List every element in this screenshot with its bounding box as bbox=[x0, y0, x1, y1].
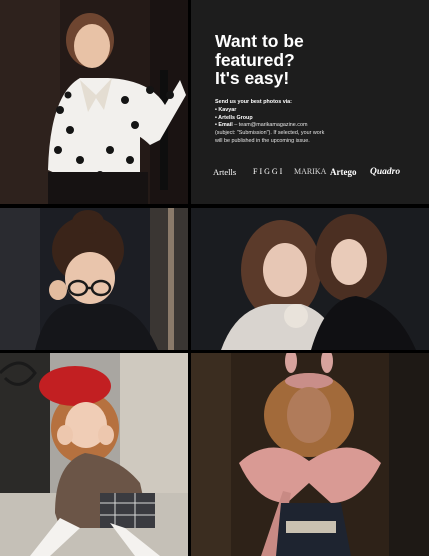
logo-artego: Artego bbox=[330, 167, 357, 177]
photo-glasses-girl bbox=[0, 208, 188, 350]
email-subject-note: (subject: "Submission"). If selected, yo… bbox=[215, 130, 325, 137]
logo-artells: Artells bbox=[213, 167, 237, 177]
closing-note: will be published in the upcoming issue. bbox=[215, 137, 310, 144]
feature-panel: Want to be featured? It's easy! Send us … bbox=[191, 0, 429, 204]
partner-logos: Artells FIGGI MARIKA Artego Quadro bbox=[213, 164, 423, 180]
headline: Want to be featured? It's easy! bbox=[215, 32, 415, 88]
headline-line: featured? bbox=[215, 49, 295, 70]
photo-red-beret-girl bbox=[0, 353, 188, 556]
bullet-artells: • Artells Group bbox=[215, 114, 253, 121]
submission-info: Send us your best photos via: • Kavyar •… bbox=[215, 99, 420, 146]
logo-figgi: FIGGI bbox=[253, 167, 285, 176]
logo-marika: MARIKA bbox=[294, 167, 327, 176]
photo-polka-dot-girl bbox=[0, 0, 188, 204]
bullet-email-label: • Email bbox=[215, 122, 233, 129]
logo-quadro: Quadro bbox=[370, 167, 401, 177]
bullet-kavyar: • Kavyar bbox=[215, 106, 237, 113]
photo-pink-bow-girl bbox=[191, 353, 429, 556]
headline-line: It's easy! bbox=[215, 68, 290, 88]
intro-text: Send us your best photos via: bbox=[215, 99, 292, 105]
email-address[interactable]: – team@marikamagazine.com bbox=[233, 122, 307, 128]
headline-line: Want to be bbox=[215, 31, 304, 51]
photo-two-girls bbox=[191, 208, 429, 350]
